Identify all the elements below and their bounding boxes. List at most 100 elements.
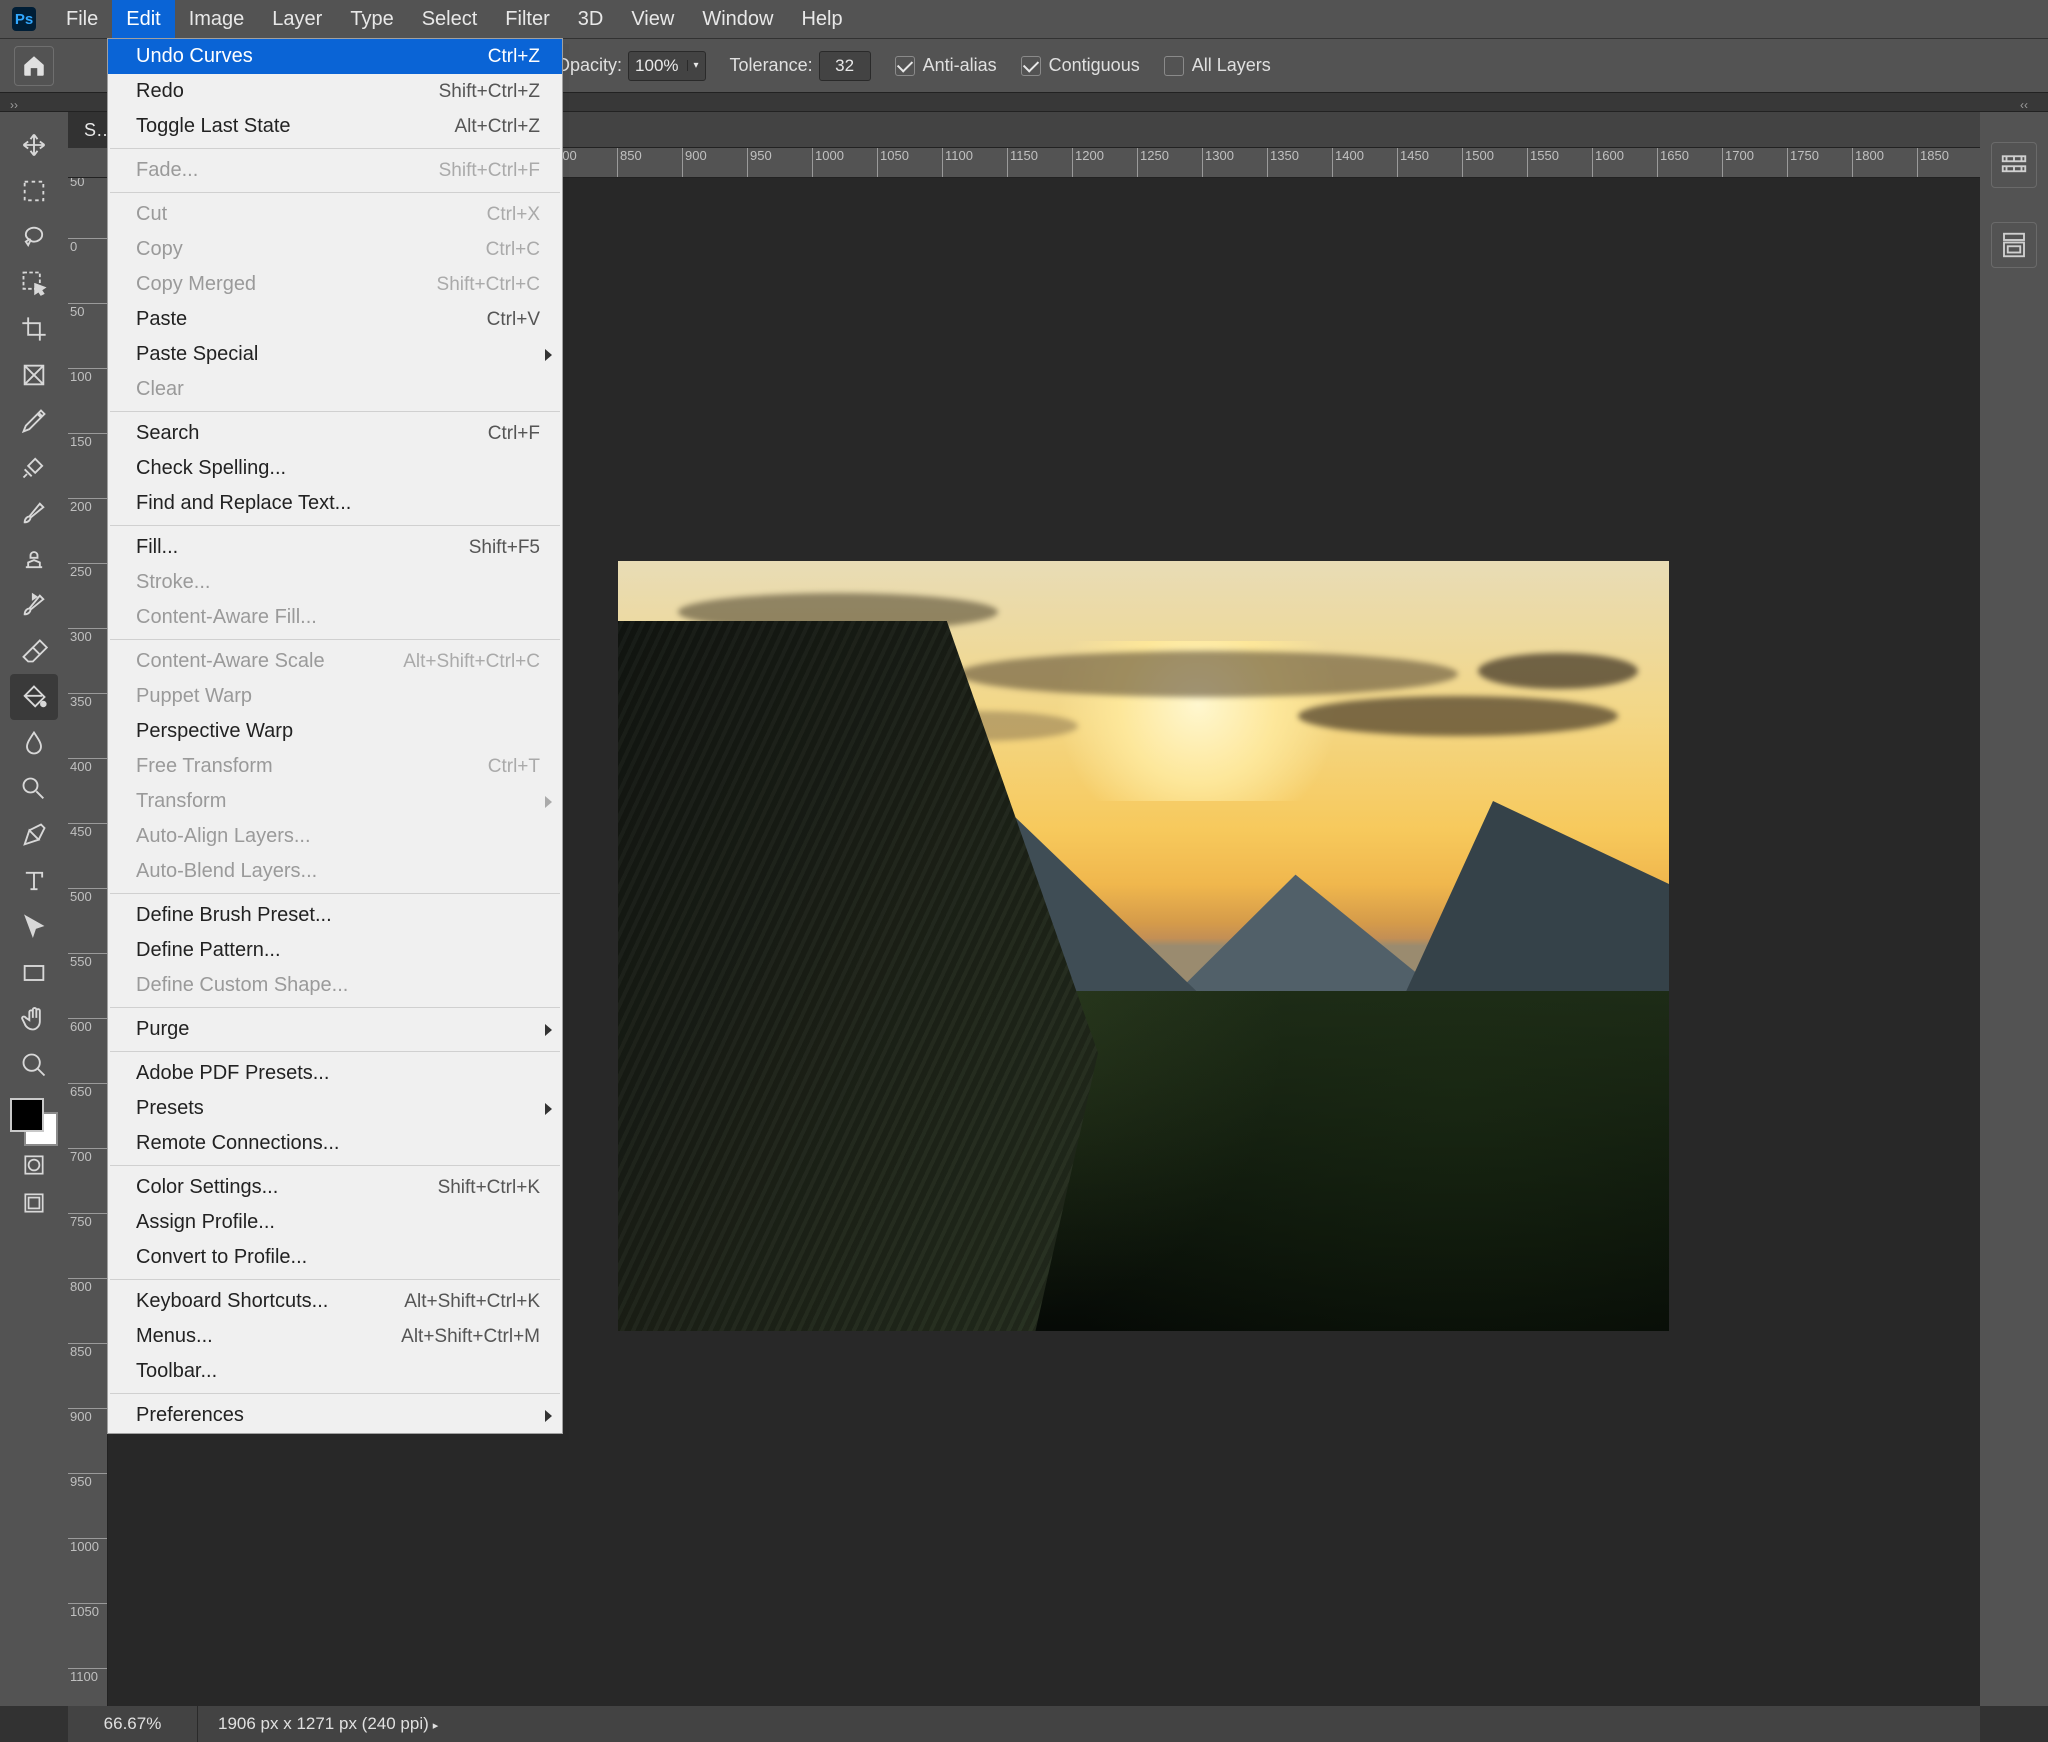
menu-item-check-spelling[interactable]: Check Spelling... <box>108 451 562 486</box>
clone-stamp-tool[interactable] <box>10 536 58 582</box>
photoshop-logo: Ps <box>12 7 36 31</box>
menu-item-undo-curves[interactable]: Undo CurvesCtrl+Z <box>108 39 562 74</box>
pen-tool[interactable] <box>10 812 58 858</box>
menu-item-presets[interactable]: Presets <box>108 1091 562 1126</box>
menu-filter[interactable]: Filter <box>491 0 563 38</box>
menu-item-label: Color Settings... <box>136 1176 438 1199</box>
menu-item-free-transform: Free TransformCtrl+T <box>108 749 562 784</box>
marquee-tool[interactable] <box>10 168 58 214</box>
color-panel-icon[interactable] <box>1991 142 2037 188</box>
screenmode-icon[interactable] <box>10 1184 58 1222</box>
menu-item-shortcut: Shift+Ctrl+Z <box>439 81 540 103</box>
menu-item-label: Purge <box>136 1018 540 1041</box>
image-cloud <box>1298 696 1618 736</box>
menu-item-toggle-last-state[interactable]: Toggle Last StateAlt+Ctrl+Z <box>108 109 562 144</box>
menu-image[interactable]: Image <box>175 0 259 38</box>
menu-item-redo[interactable]: RedoShift+Ctrl+Z <box>108 74 562 109</box>
menu-type[interactable]: Type <box>336 0 407 38</box>
menu-item-define-brush-preset[interactable]: Define Brush Preset... <box>108 898 562 933</box>
menu-separator <box>110 1393 560 1394</box>
all-layers-checkbox[interactable] <box>1164 56 1184 76</box>
ruler-tick: 300 <box>68 628 108 629</box>
ruler-tick: 1100 <box>68 1668 108 1669</box>
menu-item-keyboard-shortcuts[interactable]: Keyboard Shortcuts...Alt+Shift+Ctrl+K <box>108 1284 562 1319</box>
menu-item-color-settings[interactable]: Color Settings...Shift+Ctrl+K <box>108 1170 562 1205</box>
opacity-field[interactable]: 100% ▾ <box>628 51 706 81</box>
menu-item-find-and-replace-text[interactable]: Find and Replace Text... <box>108 486 562 521</box>
eyedropper-tool[interactable] <box>10 398 58 444</box>
menu-item-define-pattern[interactable]: Define Pattern... <box>108 933 562 968</box>
menu-window[interactable]: Window <box>688 0 787 38</box>
menu-separator <box>110 893 560 894</box>
ruler-tick: 1250 <box>1137 148 1138 178</box>
menu-view[interactable]: View <box>617 0 688 38</box>
ruler-tick: 1450 <box>1397 148 1398 178</box>
menu-select[interactable]: Select <box>408 0 492 38</box>
menu-item-convert-to-profile[interactable]: Convert to Profile... <box>108 1240 562 1275</box>
menu-item-assign-profile[interactable]: Assign Profile... <box>108 1205 562 1240</box>
tolerance-field[interactable] <box>819 51 871 81</box>
menu-item-label: Free Transform <box>136 755 488 778</box>
crop-tool[interactable] <box>10 306 58 352</box>
document-image[interactable] <box>618 561 1669 1331</box>
object-select-tool[interactable] <box>10 260 58 306</box>
menu-item-preferences[interactable]: Preferences <box>108 1398 562 1433</box>
menu-item-search[interactable]: SearchCtrl+F <box>108 416 562 451</box>
dodge-tool[interactable] <box>10 766 58 812</box>
spot-heal-tool[interactable] <box>10 444 58 490</box>
quickmask-icon[interactable] <box>10 1146 58 1184</box>
menu-item-paste-special[interactable]: Paste Special <box>108 337 562 372</box>
menu-item-label: Fade... <box>136 159 439 182</box>
antialias-checkbox[interactable] <box>895 56 915 76</box>
history-brush-tool[interactable] <box>10 582 58 628</box>
paint-bucket-tool[interactable] <box>10 674 58 720</box>
menu-item-paste[interactable]: PasteCtrl+V <box>108 302 562 337</box>
edit-menu-dropdown: Undo CurvesCtrl+ZRedoShift+Ctrl+ZToggle … <box>107 38 563 1434</box>
menu-item-shortcut: Ctrl+F <box>488 423 540 445</box>
menu-layer[interactable]: Layer <box>258 0 336 38</box>
menu-item-adobe-pdf-presets[interactable]: Adobe PDF Presets... <box>108 1056 562 1091</box>
brush-tool[interactable] <box>10 490 58 536</box>
foreground-color-swatch[interactable] <box>10 1098 44 1132</box>
menu-item-fill[interactable]: Fill...Shift+F5 <box>108 530 562 565</box>
vertical-ruler[interactable]: 6005505004504003503002502001501005005010… <box>68 178 108 1706</box>
hand-tool[interactable] <box>10 996 58 1042</box>
menu-item-shortcut: Alt+Shift+Ctrl+K <box>404 1291 540 1313</box>
lasso-tool[interactable] <box>10 214 58 260</box>
type-tool[interactable] <box>10 858 58 904</box>
menu-item-label: Auto-Blend Layers... <box>136 860 540 883</box>
move-tool[interactable] <box>10 122 58 168</box>
ruler-tick: 1050 <box>68 1603 108 1604</box>
menu-file[interactable]: File <box>52 0 112 38</box>
ruler-origin[interactable] <box>68 148 108 178</box>
menu-item-perspective-warp[interactable]: Perspective Warp <box>108 714 562 749</box>
menu-item-shortcut: Ctrl+C <box>486 239 540 261</box>
menu-item-label: Redo <box>136 80 439 103</box>
zoom-level[interactable]: 66.67% <box>68 1706 198 1742</box>
menu-item-copy-merged: Copy MergedShift+Ctrl+C <box>108 267 562 302</box>
home-button[interactable] <box>14 46 54 86</box>
frame-tool[interactable] <box>10 352 58 398</box>
expand-left-icon[interactable]: ›› <box>10 98 28 108</box>
menu-item-remote-connections[interactable]: Remote Connections... <box>108 1126 562 1161</box>
menu-edit[interactable]: Edit <box>112 0 174 38</box>
document-info[interactable]: 1906 px x 1271 px (240 ppi)▸ <box>198 1714 458 1734</box>
contiguous-checkbox[interactable] <box>1021 56 1041 76</box>
expand-right-icon[interactable]: ‹‹ <box>2020 98 2038 108</box>
blur-tool[interactable] <box>10 720 58 766</box>
color-swatches[interactable] <box>10 1098 58 1146</box>
ruler-tick: 0 <box>68 238 108 239</box>
menu-item-menus[interactable]: Menus...Alt+Shift+Ctrl+M <box>108 1319 562 1354</box>
path-select-tool[interactable] <box>10 904 58 950</box>
libraries-panel-icon[interactable] <box>1991 222 2037 268</box>
rectangle-tool[interactable] <box>10 950 58 996</box>
menu-3d[interactable]: 3D <box>564 0 618 38</box>
menu-separator <box>110 525 560 526</box>
menu-item-toolbar[interactable]: Toolbar... <box>108 1354 562 1389</box>
menu-item-label: Toolbar... <box>136 1360 540 1383</box>
menu-item-shortcut: Alt+Ctrl+Z <box>454 116 540 138</box>
zoom-tool[interactable] <box>10 1042 58 1088</box>
menu-item-purge[interactable]: Purge <box>108 1012 562 1047</box>
eraser-tool[interactable] <box>10 628 58 674</box>
menu-help[interactable]: Help <box>787 0 856 38</box>
